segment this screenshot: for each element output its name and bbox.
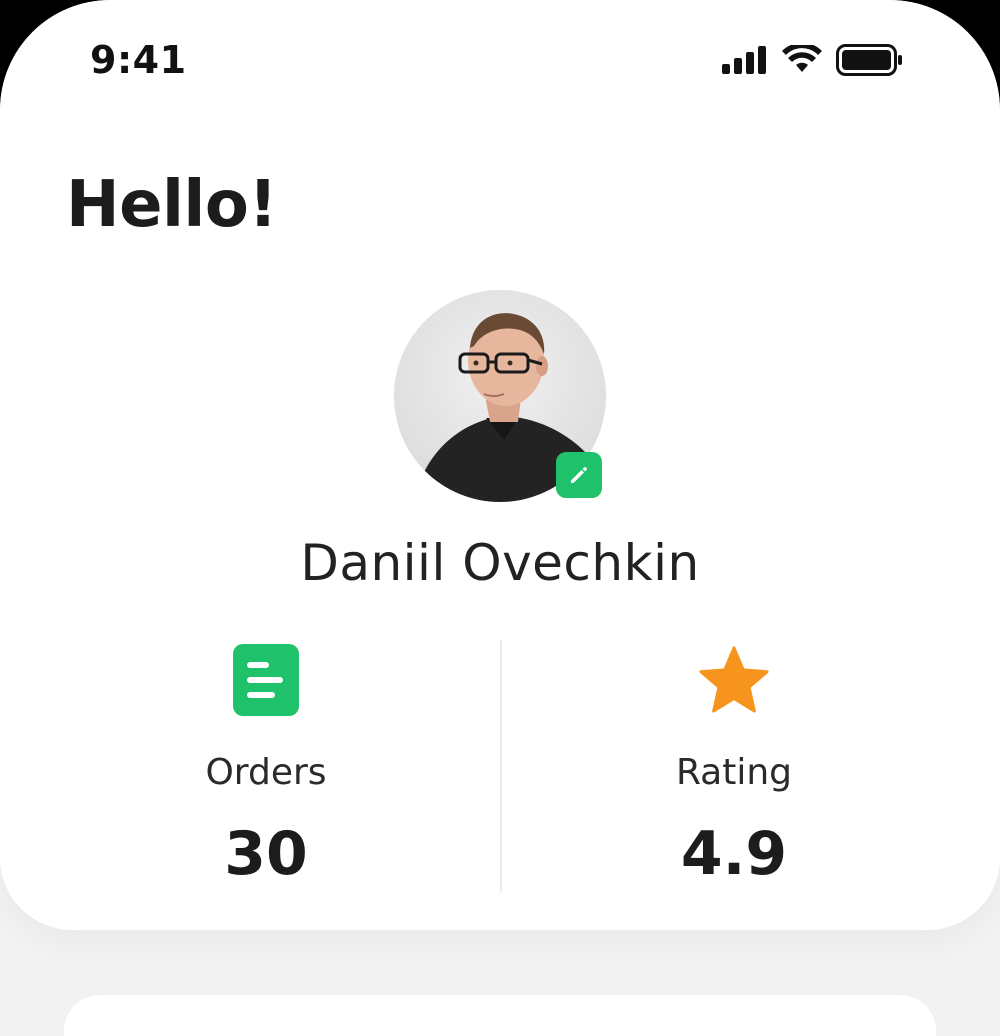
phone-screen: 9:41 Hello! Daniil Ovechkin Orders 30 Ra…	[0, 0, 1000, 1036]
star-icon	[699, 646, 769, 713]
orders-list-icon	[233, 644, 299, 716]
status-icons	[722, 44, 904, 76]
stats-divider	[500, 640, 502, 892]
battery-icon	[836, 44, 902, 76]
status-time: 9:41	[90, 38, 187, 82]
avatar-container[interactable]	[394, 290, 606, 502]
next-section-card	[64, 995, 936, 1036]
stat-rating[interactable]: Rating 4.9	[584, 644, 884, 889]
pencil-icon	[571, 467, 587, 483]
stat-orders-value: 30	[224, 819, 308, 889]
cellular-signal-icon	[722, 46, 766, 74]
wifi-icon	[782, 45, 822, 72]
stat-rating-value: 4.9	[680, 819, 788, 889]
stat-orders-label: Orders	[205, 752, 327, 793]
stat-rating-label: Rating	[675, 752, 793, 793]
rating-icon-container	[698, 644, 770, 716]
user-name: Daniil Ovechkin	[300, 534, 700, 592]
edit-avatar-button[interactable]	[556, 452, 602, 498]
greeting-heading: Hello!	[66, 168, 278, 242]
stat-orders[interactable]: Orders 30	[116, 644, 416, 889]
profile-card: 9:41 Hello! Daniil Ovechkin Orders 30 Ra…	[0, 0, 1000, 930]
orders-icon-container	[230, 644, 302, 716]
